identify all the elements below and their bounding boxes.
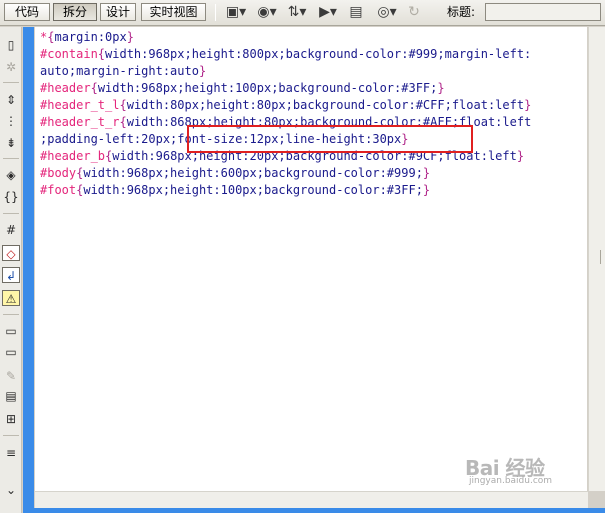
css-selector: #header bbox=[40, 81, 91, 95]
word-wrap-icon[interactable]: ↲ bbox=[2, 267, 20, 283]
code-line[interactable]: auto;margin-right:auto} bbox=[40, 63, 206, 80]
css-brace: } bbox=[437, 81, 445, 95]
balance-braces-icon[interactable]: {} bbox=[2, 189, 20, 205]
bottom-strip bbox=[23, 508, 605, 513]
css-declaration: width:968px;height:100px;background-colo… bbox=[83, 183, 423, 197]
css-selector: #header_b bbox=[40, 149, 106, 163]
code-line[interactable]: #contain{width:968px;height:800px;backgr… bbox=[40, 46, 531, 63]
css-selector: #header_t_l bbox=[40, 98, 120, 112]
css-brace: } bbox=[516, 149, 525, 163]
code-line[interactable]: #body{width:968px;height:600px;backgroun… bbox=[40, 165, 430, 182]
document-toolbar: 代码 拆分 设计 实时视图 ▣▾ ◉▾ ⇅▾ ▶▾ ▤ ◎▾ ↻ 标题: bbox=[0, 0, 605, 26]
validate-icon[interactable]: ▶▾ bbox=[316, 3, 340, 21]
horizontal-scrollbar[interactable] bbox=[35, 491, 588, 508]
css-declaration: auto;margin-right:auto bbox=[40, 64, 199, 78]
coding-toolbar: ▯ ✲ ⇕ ⋮ ⇟ ◈ {} # ◇ ↲ ⚠ ▭ ▭ ✎ ▤ ⊞ ≡ ⌄ bbox=[0, 27, 22, 513]
more-options-chevron-icon[interactable]: ⌄ bbox=[2, 482, 20, 498]
css-brace: } bbox=[422, 183, 431, 197]
code-line[interactable]: #header{width:968px;height:100px;backgro… bbox=[40, 80, 445, 97]
refresh-icon[interactable]: ↻ bbox=[407, 3, 421, 21]
toolbar-separator bbox=[215, 4, 216, 21]
css-declaration: width:968px;height:800px;background-colo… bbox=[105, 47, 532, 61]
watermark-url: jingyan.baidu.com bbox=[469, 476, 553, 486]
css-declaration: width:968px;height:600px;background-colo… bbox=[83, 166, 423, 180]
multiscreen-icon[interactable]: ▣▾ bbox=[224, 3, 248, 21]
collapse-selection-icon[interactable]: ⋮ bbox=[2, 113, 20, 129]
recent-snippets-icon[interactable]: ▤ bbox=[2, 388, 20, 404]
move-css-icon[interactable]: ⊞ bbox=[2, 411, 20, 427]
collapse-full-tag-icon[interactable]: ⇕ bbox=[2, 92, 20, 108]
live-view-button[interactable]: 实时视图 bbox=[141, 3, 206, 21]
title-label: 标题: bbox=[447, 5, 476, 19]
css-selector: #contain bbox=[40, 47, 98, 61]
baidu-watermark: Bai 经验 jingyan.baidu.com bbox=[465, 452, 585, 492]
design-view-button[interactable]: 设计 bbox=[100, 3, 136, 21]
remove-comment-icon[interactable]: ▭ bbox=[2, 344, 20, 360]
indent-code-icon[interactable]: ≡ bbox=[2, 445, 20, 461]
active-pane-indicator bbox=[23, 27, 34, 513]
browser-preview-icon[interactable]: ◉▾ bbox=[256, 3, 278, 21]
css-brace: } bbox=[198, 64, 207, 78]
panel-resize-grip[interactable] bbox=[600, 250, 604, 264]
apply-comment-icon[interactable]: ▭ bbox=[2, 323, 20, 339]
code-line[interactable]: *{margin:0px} bbox=[40, 29, 134, 46]
css-selector: #header_t_r bbox=[40, 115, 120, 129]
css-brace: } bbox=[422, 166, 431, 180]
select-parent-tag-icon[interactable]: ◈ bbox=[2, 167, 20, 183]
line-numbers-icon[interactable]: # bbox=[2, 222, 20, 238]
wrap-tag-icon[interactable]: ✎ bbox=[2, 368, 20, 384]
css-brace: } bbox=[524, 98, 532, 112]
syntax-error-alerts-icon[interactable]: ⚠ bbox=[2, 290, 20, 306]
css-brace: } bbox=[126, 30, 134, 44]
code-view-button[interactable]: 代码 bbox=[4, 3, 50, 21]
code-line[interactable]: #foot{width:968px;height:100px;backgroun… bbox=[40, 182, 430, 199]
visual-aids-icon[interactable]: ◎▾ bbox=[375, 3, 399, 21]
split-view-button[interactable]: 拆分 bbox=[53, 3, 97, 21]
document-title-input[interactable] bbox=[485, 3, 601, 21]
css-declaration: width:80px;height:80px;background-color:… bbox=[126, 98, 525, 112]
expand-all-icon[interactable]: ⇟ bbox=[2, 135, 20, 151]
file-management-icon[interactable]: ⇅▾ bbox=[286, 3, 308, 21]
show-code-navigator-icon[interactable]: ✲ bbox=[2, 59, 20, 75]
css-selector: #foot bbox=[40, 183, 77, 197]
css-brace: { bbox=[90, 81, 98, 95]
css-brace: { bbox=[119, 115, 127, 129]
css-brace: { bbox=[97, 47, 106, 61]
code-line[interactable]: #header_t_l{width:80px;height:80px;backg… bbox=[40, 97, 531, 114]
open-documents-icon[interactable]: ▯ bbox=[2, 37, 20, 53]
code-editor[interactable]: *{margin:0px} #contain{width:968px;height… bbox=[35, 27, 587, 491]
check-page-icon[interactable]: ▤ bbox=[345, 3, 367, 21]
annotation-highlight-box bbox=[187, 125, 473, 153]
css-brace: { bbox=[119, 98, 127, 112]
css-declaration: width:968px;height:100px;background-colo… bbox=[97, 81, 438, 95]
css-declaration: ;padding-left:20px bbox=[40, 132, 171, 146]
css-declaration: margin:0px bbox=[54, 30, 127, 44]
css-selector: #body bbox=[40, 166, 77, 180]
highlight-invalid-code-icon[interactable]: ◇ bbox=[2, 245, 20, 261]
